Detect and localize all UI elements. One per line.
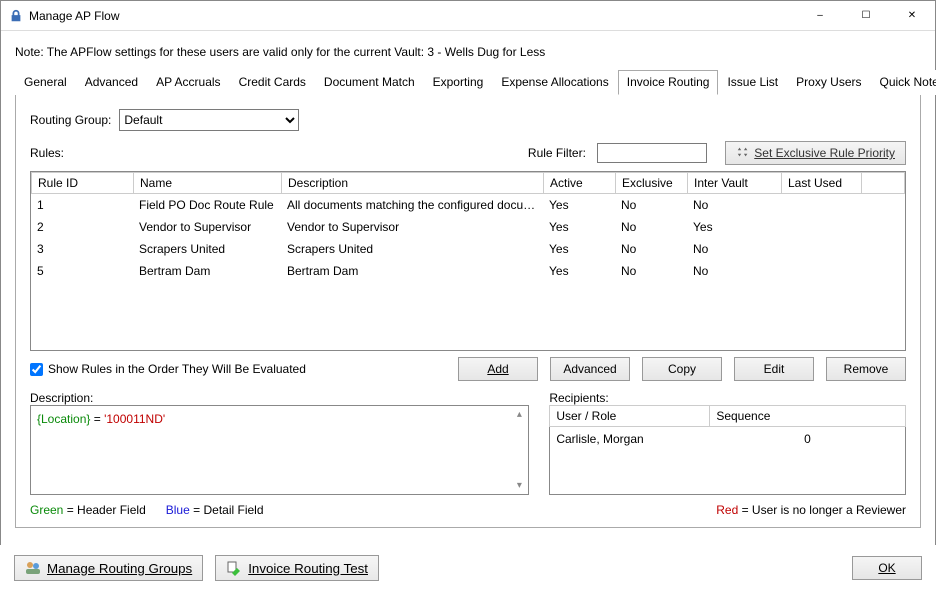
routing-group-select[interactable]: Default — [119, 109, 299, 131]
priority-arrows-icon — [736, 145, 750, 162]
col-last-used[interactable]: Last Used — [782, 173, 862, 194]
advanced-button[interactable]: Advanced — [550, 357, 630, 381]
manage-routing-groups-button[interactable]: Manage Routing Groups — [14, 555, 203, 581]
scroll-down-icon[interactable]: ▾ — [510, 477, 528, 494]
description-field[interactable]: {Location} = '100011ND' ▴ ▾ — [30, 405, 529, 495]
tab-exporting[interactable]: Exporting — [424, 70, 493, 95]
col-name[interactable]: Name — [134, 173, 282, 194]
legend-blue-text: = Detail Field — [190, 503, 264, 517]
tab-issue-list[interactable]: Issue List — [718, 70, 787, 95]
rules-grid[interactable]: Rule ID Name Description Active Exclusiv… — [30, 171, 906, 351]
invoice-routing-test-label: Invoice Routing Test — [248, 561, 368, 576]
invoice-routing-test-button[interactable]: Invoice Routing Test — [215, 555, 379, 581]
recipient-user: Carlisle, Morgan — [550, 427, 710, 451]
scroll-up-icon[interactable]: ▴ — [510, 406, 528, 423]
tab-advanced[interactable]: Advanced — [76, 70, 147, 95]
minimize-button[interactable]: – — [797, 1, 843, 31]
recipients-grid[interactable]: User / Role Sequence Carlisle, Morgan 0 — [549, 405, 906, 495]
desc-value-token: '100011ND' — [104, 412, 165, 426]
recipient-row[interactable]: Carlisle, Morgan 0 — [550, 427, 906, 451]
test-icon — [226, 560, 242, 576]
tab-expense-allocations[interactable]: Expense Allocations — [492, 70, 617, 95]
col-spacer — [862, 173, 905, 194]
routing-group-label: Routing Group: — [30, 113, 111, 127]
tab-invoice-routing[interactable]: Invoice Routing — [618, 70, 719, 95]
window-title: Manage AP Flow — [29, 9, 797, 23]
tab-credit-cards[interactable]: Credit Cards — [230, 70, 315, 95]
tab-document-match[interactable]: Document Match — [315, 70, 424, 95]
maximize-button[interactable]: ☐ — [843, 1, 889, 31]
col-rule-id[interactable]: Rule ID — [32, 173, 134, 194]
rule-filter-input[interactable] — [597, 143, 707, 163]
tab-ap-accruals[interactable]: AP Accruals — [147, 70, 229, 95]
legend-red-text: = User is no longer a Reviewer — [738, 503, 906, 517]
desc-field-token: {Location} — [37, 412, 90, 426]
vault-note: Note: The APFlow settings for these user… — [15, 41, 921, 69]
edit-button[interactable]: Edit — [734, 357, 814, 381]
legend-blue: Blue — [166, 503, 190, 517]
col-description[interactable]: Description — [282, 173, 544, 194]
recipient-seq: 0 — [710, 427, 906, 451]
show-rules-order-checkbox[interactable] — [30, 363, 43, 376]
legend-green-text: = Header Field — [63, 503, 145, 517]
col-inter-vault[interactable]: Inter Vault — [688, 173, 782, 194]
recipients-label: Recipients: — [549, 391, 906, 405]
table-row[interactable]: 3Scrapers UnitedScrapers UnitedYesNoNo — [31, 238, 905, 260]
description-label: Description: — [30, 391, 529, 405]
legend-green: Green — [30, 503, 63, 517]
users-icon — [25, 560, 41, 576]
table-row[interactable]: 2Vendor to SupervisorVendor to Superviso… — [31, 216, 905, 238]
tab-general[interactable]: General — [15, 70, 76, 95]
set-exclusive-priority-button[interactable]: Set Exclusive Rule Priority — [725, 141, 906, 165]
legend-red: Red — [716, 503, 738, 517]
col-sequence[interactable]: Sequence — [710, 406, 906, 427]
remove-button[interactable]: Remove — [826, 357, 906, 381]
tab-quick-notes[interactable]: Quick Notes — [871, 70, 936, 95]
col-user-role[interactable]: User / Role — [550, 406, 710, 427]
show-rules-order-label: Show Rules in the Order They Will Be Eva… — [48, 362, 306, 376]
titlebar: Manage AP Flow – ☐ ✕ — [1, 1, 935, 31]
rule-filter-label: Rule Filter: — [528, 146, 586, 160]
set-exclusive-priority-label: Set Exclusive Rule Priority — [754, 146, 895, 160]
rules-label: Rules: — [30, 146, 64, 160]
desc-eq-token: = — [90, 412, 104, 426]
close-button[interactable]: ✕ — [889, 1, 935, 31]
table-row[interactable]: 1Field PO Doc Route RuleAll documents ma… — [31, 194, 905, 216]
tab-proxy-users[interactable]: Proxy Users — [787, 70, 870, 95]
lock-icon — [9, 9, 23, 23]
col-exclusive[interactable]: Exclusive — [616, 173, 688, 194]
copy-button[interactable]: Copy — [642, 357, 722, 381]
add-button[interactable]: Add — [458, 357, 538, 381]
ok-button[interactable]: OK — [852, 556, 922, 580]
table-row[interactable]: 5Bertram DamBertram DamYesNoNo — [31, 260, 905, 282]
col-active[interactable]: Active — [544, 173, 616, 194]
tabs: General Advanced AP Accruals Credit Card… — [15, 69, 921, 95]
manage-routing-groups-label: Manage Routing Groups — [47, 561, 192, 576]
